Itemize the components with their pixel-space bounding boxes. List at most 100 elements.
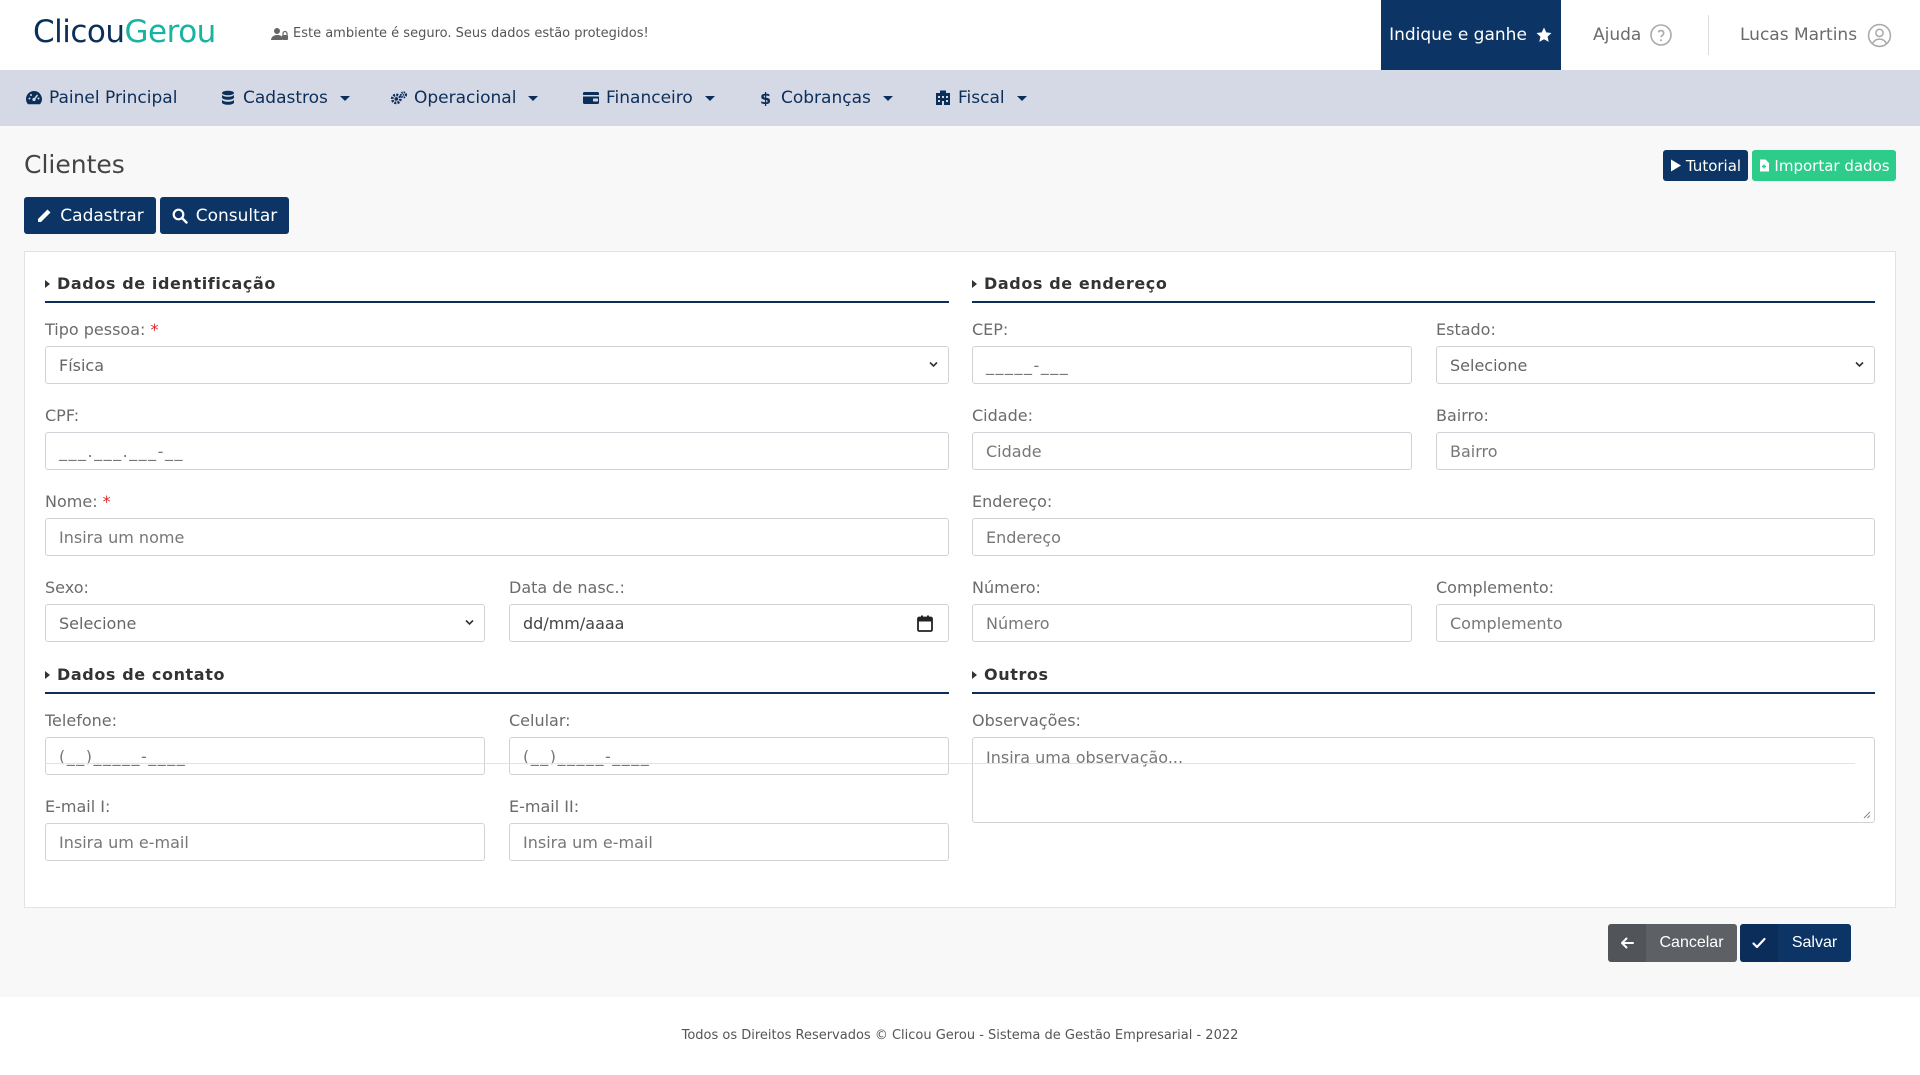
cep-input[interactable]: _____-___ [972,346,1412,384]
caret-right-icon [45,279,50,288]
nav-label: Fiscal [958,88,1005,108]
nasc-label: Data de nasc.: [509,578,625,597]
section-title: Outros [984,665,1049,684]
tipo-pessoa-value: Física [59,355,105,375]
email1-input[interactable]: Insira um e-mail [45,823,485,861]
calendar-icon[interactable] [917,615,933,632]
complemento-label: Complemento: [1436,578,1555,597]
section-endereco[interactable]: Dados de endereço [972,274,1167,293]
obs-textarea[interactable]: Insira uma observação... [972,737,1875,823]
question-circle-icon [1650,24,1673,46]
cpf-input[interactable]: ___.___.___-__ [45,432,949,470]
celular-label: Celular: [509,711,571,730]
endereco-label: Endereço: [972,492,1053,511]
dollar-icon: $ [760,90,771,106]
building-icon [936,90,950,105]
nav-item-cadastros[interactable]: Cadastros [219,70,350,126]
nav-item-financeiro[interactable]: Financeiro [582,70,715,126]
indique-button[interactable]: Indique e ganhe [1381,0,1561,70]
estado-value: Selecione [1450,355,1528,375]
nav-item-operacional[interactable]: Operacional [390,70,539,126]
celular-input[interactable]: (__)_____-____ [509,737,949,775]
nasc-date-input[interactable]: dd/mm/aaaa [509,604,949,642]
email2-input[interactable]: Insira um e-mail [509,823,949,861]
email1-label: E-mail I: [45,797,111,816]
email2-label: E-mail II: [509,797,580,816]
sexo-select[interactable]: Selecione [45,604,485,642]
import-button[interactable]: Importar dados [1752,150,1896,181]
tipo-pessoa-label: Tipo pessoa: * [45,320,159,339]
email2-placeholder: Insira um e-mail [523,832,653,852]
caret-right-icon [972,670,977,679]
complemento-input[interactable]: Complemento [1436,604,1875,642]
nav-item-cobrancas[interactable]: $ Cobranças [757,70,893,126]
top-divider [1708,15,1709,55]
sexo-value: Selecione [59,613,137,633]
email1-placeholder: Insira um e-mail [59,832,189,852]
endereco-input[interactable]: Endereço [972,518,1875,556]
ajuda-label: Ajuda [1593,25,1642,45]
tutorial-button[interactable]: Tutorial [1663,150,1748,181]
form-divider [45,763,1855,764]
import-label: Importar dados [1774,156,1890,175]
file-import-icon [1760,159,1770,172]
telefone-input[interactable]: (__)_____-____ [45,737,485,775]
cadastrar-label: Cadastrar [60,205,144,226]
chevron-down-icon [465,619,474,626]
section-outros[interactable]: Outros [972,665,1049,684]
nav-item-fiscal[interactable]: Fiscal [934,70,1027,126]
wallet-icon [583,92,599,104]
bairro-label: Bairro: [1436,406,1489,425]
save-button[interactable]: Salvar [1740,924,1851,962]
bairro-input[interactable]: Bairro [1436,432,1875,470]
gears-icon [390,91,408,105]
consultar-button[interactable]: Consultar [160,197,289,234]
chevron-down-icon [704,95,715,101]
logo[interactable]: ClicouGerou [33,14,216,50]
section-title: Dados de endereço [984,274,1168,293]
dashboard-icon [26,91,42,105]
arrow-left-icon [1608,924,1646,962]
nav-item-painel[interactable]: Painel Principal [25,70,177,126]
cadastrar-button[interactable]: Cadastrar [24,197,156,234]
user-circle-icon [1867,23,1892,47]
save-label: Salvar [1791,934,1838,951]
endereco-placeholder: Endereço [986,527,1061,547]
chevron-down-icon [929,361,938,368]
user-lock-icon [271,27,288,40]
caret-right-icon [45,670,50,679]
numero-label: Número: [972,578,1041,597]
ajuda-link[interactable]: Ajuda [1593,0,1673,70]
chevron-down-icon [1016,95,1027,101]
cancel-label: Cancelar [1659,934,1724,951]
pencil-icon [38,209,51,222]
user-name: Lucas Martins [1740,25,1858,45]
cidade-input[interactable]: Cidade [972,432,1412,470]
estado-select[interactable]: Selecione [1436,346,1875,384]
database-icon [222,90,234,105]
required-mark: * [102,492,111,511]
user-menu[interactable]: Lucas Martins [1740,0,1892,70]
nome-label: Nome: * [45,492,111,511]
bairro-placeholder: Bairro [1450,441,1498,461]
section-contato[interactable]: Dados de contato [45,665,225,684]
footer: Todos os Direitos Reservados © Clicou Ge… [0,997,1920,1075]
nome-placeholder: Insira um nome [59,527,185,547]
footer-text: Todos os Direitos Reservados © Clicou Ge… [681,1028,1239,1043]
numero-input[interactable]: Número [972,604,1412,642]
resize-handle-icon[interactable] [1862,810,1871,819]
nav-label: Cadastros [243,88,328,108]
nav-label: Cobranças [781,88,871,108]
section-divider [972,692,1875,694]
cancel-button[interactable]: Cancelar [1608,924,1737,962]
chevron-down-icon [1855,361,1864,368]
nome-input[interactable]: Insira um nome [45,518,949,556]
chevron-down-icon [339,95,350,101]
cidade-placeholder: Cidade [986,441,1042,461]
chevron-down-icon [882,95,893,101]
main-content: Clientes Tutorial Importar dados Cadastr… [0,126,1920,997]
estado-label: Estado: [1436,320,1496,339]
section-identificacao[interactable]: Dados de identificação [45,274,276,293]
complemento-placeholder: Complemento [1450,613,1563,633]
tipo-pessoa-select[interactable]: Física [45,346,949,384]
